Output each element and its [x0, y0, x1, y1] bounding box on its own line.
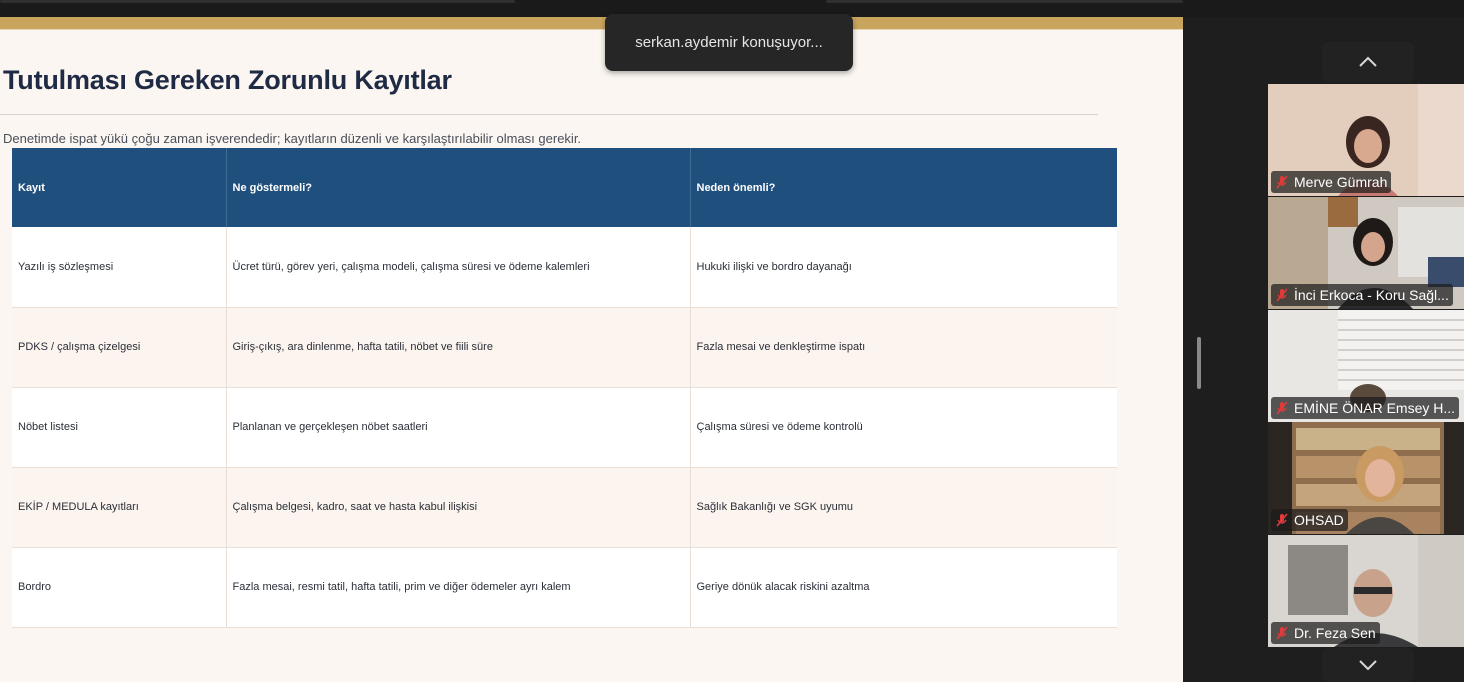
top-strip-segment [826, 0, 1183, 3]
column-header-what-to-show: Ne göstermeli? [226, 148, 691, 227]
table-cell: Çalışma süresi ve ödeme kontrolü [690, 387, 1117, 468]
table-cell: EKİP / MEDULA kayıtları [12, 467, 227, 548]
participant-tile[interactable]: Merve Gümrah [1268, 84, 1464, 196]
table-cell: Yazılı iş sözleşmesi [12, 227, 227, 308]
table-cell: Fazla mesai ve denkleştirme ispatı [690, 307, 1117, 388]
participant-name-bar: OHSAD [1271, 509, 1348, 531]
participant-tile[interactable]: İnci Erkoca - Koru Sağl... [1268, 197, 1464, 309]
table-cell: Sağlık Bakanlığı ve SGK uyumu [690, 467, 1117, 548]
slide-accent-bar [0, 17, 1183, 29]
table-cell: Fazla mesai, resmi tatil, hafta tatili, … [226, 547, 691, 628]
mic-off-icon [1276, 626, 1288, 640]
participant-name-bar: İnci Erkoca - Koru Sağl... [1271, 284, 1453, 306]
table-cell: Geriye dönük alacak riskini azaltma [690, 547, 1117, 628]
table-cell: Nöbet listesi [12, 387, 227, 468]
participant-name: Dr. Feza Sen [1294, 625, 1376, 641]
participant-name: İnci Erkoca - Koru Sağl... [1294, 287, 1449, 303]
table-row: Bordro Fazla mesai, resmi tatil, hafta t… [12, 547, 1117, 628]
slide-subtitle: Denetimde ispat yükü çoğu zaman işverend… [3, 131, 582, 146]
participant-name: EMİNE ÖNAR Emsey H... [1294, 400, 1456, 416]
column-header-record: Kayıt [12, 148, 227, 227]
participant-name-bar: EMİNE ÖNAR Emsey H... [1271, 397, 1460, 419]
mic-off-icon [1276, 175, 1288, 189]
table-row: Nöbet listesi Planlanan ve gerçekleşen n… [12, 387, 1117, 468]
table-cell: Giriş-çıkış, ara dinlenme, hafta tatili,… [226, 307, 691, 388]
column-header-why-important: Neden önemli? [690, 148, 1117, 227]
table-cell: Hukuki ilişki ve bordro dayanağı [690, 227, 1117, 308]
records-table: Kayıt Ne göstermeli? Neden önemli? Yazıl… [12, 148, 1117, 628]
participant-name: Merve Gümrah [1294, 174, 1388, 190]
participant-name-bar: Merve Gümrah [1271, 171, 1392, 193]
table-row: Yazılı iş sözleşmesi Ücret türü, görev y… [12, 227, 1117, 308]
table-cell: PDKS / çalışma çizelgesi [12, 307, 227, 388]
slide-accent-line [0, 29, 1183, 30]
mic-off-icon [1276, 513, 1288, 527]
title-divider [0, 114, 1098, 115]
participant-tile[interactable]: EMİNE ÖNAR Emsey H... [1268, 310, 1464, 422]
participant-tile[interactable]: OHSAD [1268, 422, 1464, 534]
participant-name: OHSAD [1294, 512, 1344, 528]
table-cell: Ücret türü, görev yeri, çalışma modeli, … [226, 227, 691, 308]
mic-off-icon [1276, 288, 1288, 302]
top-strip-segment [0, 0, 515, 3]
table-cell: Çalışma belgesi, kadro, saat ve hasta ka… [226, 467, 691, 548]
chevron-down-icon [1359, 660, 1377, 671]
participant-name-bar: Dr. Feza Sen [1271, 622, 1380, 644]
scroll-down-button[interactable] [1322, 648, 1414, 682]
table-cell: Bordro [12, 547, 227, 628]
mic-off-icon [1276, 401, 1288, 415]
table-row: EKİP / MEDULA kayıtları Çalışma belgesi,… [12, 467, 1117, 548]
table-row: PDKS / çalışma çizelgesi Giriş-çıkış, ar… [12, 307, 1117, 388]
slide-title: Tutulması Gereken Zorunlu Kayıtlar [3, 65, 452, 95]
table-header-row: Kayıt Ne göstermeli? Neden önemli? [12, 148, 1117, 227]
participant-tile[interactable]: Dr. Feza Sen [1268, 535, 1464, 647]
chevron-up-icon [1359, 56, 1377, 67]
active-speaker-toast: serkan.aydemir konuşuyor... [605, 14, 853, 71]
table-cell: Planlanan ve gerçekleşen nöbet saatleri [226, 387, 691, 468]
panel-resize-handle[interactable] [1197, 337, 1201, 389]
scroll-up-button[interactable] [1322, 42, 1414, 82]
